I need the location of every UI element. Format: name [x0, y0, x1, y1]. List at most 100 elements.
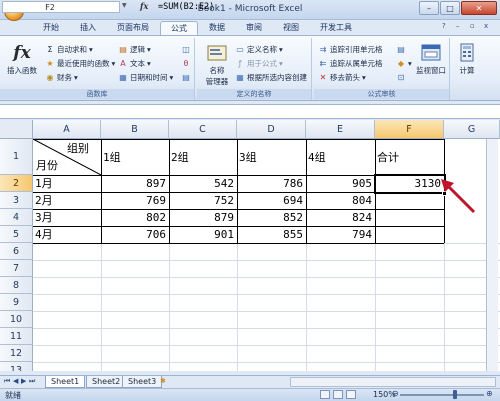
- cell-a2[interactable]: 1月: [33, 176, 101, 192]
- tab-page-layout[interactable]: 页面布局: [107, 21, 159, 35]
- insert-function-button[interactable]: fx 插入函数: [6, 42, 38, 76]
- column-header-b[interactable]: B: [101, 120, 169, 139]
- minimize-button[interactable]: –: [419, 1, 439, 15]
- chevron-down-icon[interactable]: ▼: [122, 2, 130, 9]
- row-header-5[interactable]: 5: [0, 226, 33, 243]
- close-button[interactable]: ✕: [461, 1, 497, 15]
- cell-e3[interactable]: 804: [306, 193, 375, 209]
- cell-b1[interactable]: 1组: [101, 150, 169, 166]
- cell-f1[interactable]: 合计: [375, 150, 444, 166]
- cell-c5[interactable]: 901: [169, 227, 237, 243]
- define-name-button[interactable]: ▭ 定义名称 ▾: [235, 44, 283, 55]
- normal-view-icon[interactable]: [320, 390, 330, 399]
- row-header-7[interactable]: 7: [0, 260, 33, 277]
- tab-view[interactable]: 视图: [273, 21, 309, 35]
- cell-d5[interactable]: 855: [237, 227, 306, 243]
- formula-input[interactable]: =SUM(B2:E2): [158, 1, 214, 13]
- help-icon[interactable]: ?: [442, 22, 452, 32]
- row-header-11[interactable]: 11: [0, 328, 33, 345]
- financial-button[interactable]: ◉ 财务 ▾: [45, 72, 78, 83]
- row-header-6[interactable]: 6: [0, 243, 33, 260]
- ribbon-minimize-icon[interactable]: –: [456, 22, 466, 32]
- cell-b2[interactable]: 897: [101, 176, 169, 192]
- page-layout-view-icon[interactable]: [333, 390, 343, 399]
- cell-c1[interactable]: 2组: [169, 150, 237, 166]
- select-all-corner[interactable]: [0, 120, 33, 139]
- more-functions-button[interactable]: ▤: [181, 72, 191, 82]
- last-sheet-icon[interactable]: ⏭: [29, 377, 35, 386]
- cell-f4[interactable]: [375, 210, 444, 226]
- use-in-formula-button[interactable]: ƒ 用于公式 ▾: [235, 58, 283, 69]
- prev-sheet-icon[interactable]: ◀: [13, 377, 18, 385]
- first-sheet-icon[interactable]: ⏮: [4, 377, 10, 386]
- cell-a4[interactable]: 3月: [33, 210, 101, 226]
- maximize-button[interactable]: □: [440, 1, 460, 15]
- sheet-tab-sheet3[interactable]: Sheet3: [122, 376, 163, 388]
- zoom-slider[interactable]: [400, 394, 484, 396]
- cell-d1[interactable]: 3组: [237, 150, 306, 166]
- error-check-button[interactable]: ◆ ▾: [396, 58, 412, 68]
- row-header-2[interactable]: 2: [0, 175, 33, 192]
- trace-dependents-button[interactable]: ⇇ 追踪从属单元格: [318, 58, 383, 69]
- column-header-g[interactable]: G: [444, 120, 500, 139]
- column-header-d[interactable]: D: [237, 120, 306, 139]
- row-header-10[interactable]: 10: [0, 311, 33, 328]
- trace-precedents-button[interactable]: ⇉ 追踪引用单元格: [318, 44, 383, 55]
- cell-c4[interactable]: 879: [169, 210, 237, 226]
- show-formulas-button[interactable]: ▤: [396, 44, 406, 54]
- text-button[interactable]: A 文本 ▾: [118, 58, 151, 69]
- insert-sheet-icon[interactable]: ✱: [160, 377, 166, 385]
- remove-arrows-button[interactable]: ✕ 移去箭头 ▾: [318, 72, 366, 83]
- row-header-1[interactable]: 1: [0, 139, 33, 175]
- insert-function-icon[interactable]: fx: [140, 1, 154, 11]
- row-header-3[interactable]: 3: [0, 192, 33, 209]
- cell-f5[interactable]: [375, 227, 444, 243]
- cell-e1[interactable]: 4组: [306, 150, 375, 166]
- cell-c3[interactable]: 752: [169, 193, 237, 209]
- row-header-9[interactable]: 9: [0, 294, 33, 311]
- tab-developer[interactable]: 开发工具: [310, 21, 362, 35]
- horizontal-scrollbar[interactable]: [290, 377, 496, 387]
- cell-e2[interactable]: 905: [306, 176, 375, 192]
- tab-data[interactable]: 数据: [199, 21, 235, 35]
- tab-review[interactable]: 审阅: [236, 21, 272, 35]
- cell-a5[interactable]: 4月: [33, 227, 101, 243]
- watch-window-button[interactable]: 监视窗口: [414, 42, 448, 76]
- vertical-scrollbar[interactable]: [486, 139, 498, 371]
- cell-d3[interactable]: 694: [237, 193, 306, 209]
- spreadsheet-grid[interactable]: A B C D E F G 1 2 3 4 5 6 7 8 9 10 11 12…: [0, 120, 500, 371]
- name-box[interactable]: F2: [2, 1, 120, 13]
- evaluate-formula-button[interactable]: ⊡: [396, 72, 406, 82]
- row-header-8[interactable]: 8: [0, 277, 33, 294]
- calculation-button[interactable]: 计算: [454, 42, 480, 76]
- lookup-button[interactable]: ◫: [181, 44, 191, 54]
- create-from-selection-button[interactable]: ▦ 根据所选内容创建: [235, 72, 307, 83]
- page-break-view-icon[interactable]: [346, 390, 356, 399]
- tab-formulas[interactable]: 公式: [160, 21, 198, 35]
- name-manager-button[interactable]: 名称 管理器: [203, 42, 231, 87]
- logical-button[interactable]: ▤ 逻辑 ▾: [118, 44, 151, 55]
- row-header-13[interactable]: 13: [0, 362, 33, 371]
- cell-e4[interactable]: 824: [306, 210, 375, 226]
- cell-c2[interactable]: 542: [169, 176, 237, 192]
- row-header-4[interactable]: 4: [0, 209, 33, 226]
- cell-b3[interactable]: 769: [101, 193, 169, 209]
- cell-b5[interactable]: 706: [101, 227, 169, 243]
- sheet-tab-sheet2[interactable]: Sheet2: [86, 376, 127, 388]
- math-button[interactable]: θ: [181, 58, 191, 68]
- recent-functions-button[interactable]: ★ 最近使用的函数 ▾: [45, 58, 115, 69]
- zoom-out-icon[interactable]: ⊖: [392, 389, 399, 398]
- next-sheet-icon[interactable]: ▶: [21, 377, 26, 385]
- cell-f3[interactable]: [375, 193, 444, 209]
- ribbon-close-icon[interactable]: x: [484, 22, 494, 32]
- column-header-e[interactable]: E: [306, 120, 375, 139]
- column-header-f[interactable]: F: [375, 120, 444, 139]
- column-header-c[interactable]: C: [169, 120, 237, 139]
- row-header-12[interactable]: 12: [0, 345, 33, 362]
- cell-b4[interactable]: 802: [101, 210, 169, 226]
- tab-home[interactable]: 开始: [33, 21, 69, 35]
- cell-e5[interactable]: 794: [306, 227, 375, 243]
- cell-a1-month[interactable]: 月份: [36, 158, 58, 174]
- autosum-button[interactable]: Σ 自动求和 ▾: [45, 44, 92, 55]
- zoom-slider-handle[interactable]: [453, 390, 457, 399]
